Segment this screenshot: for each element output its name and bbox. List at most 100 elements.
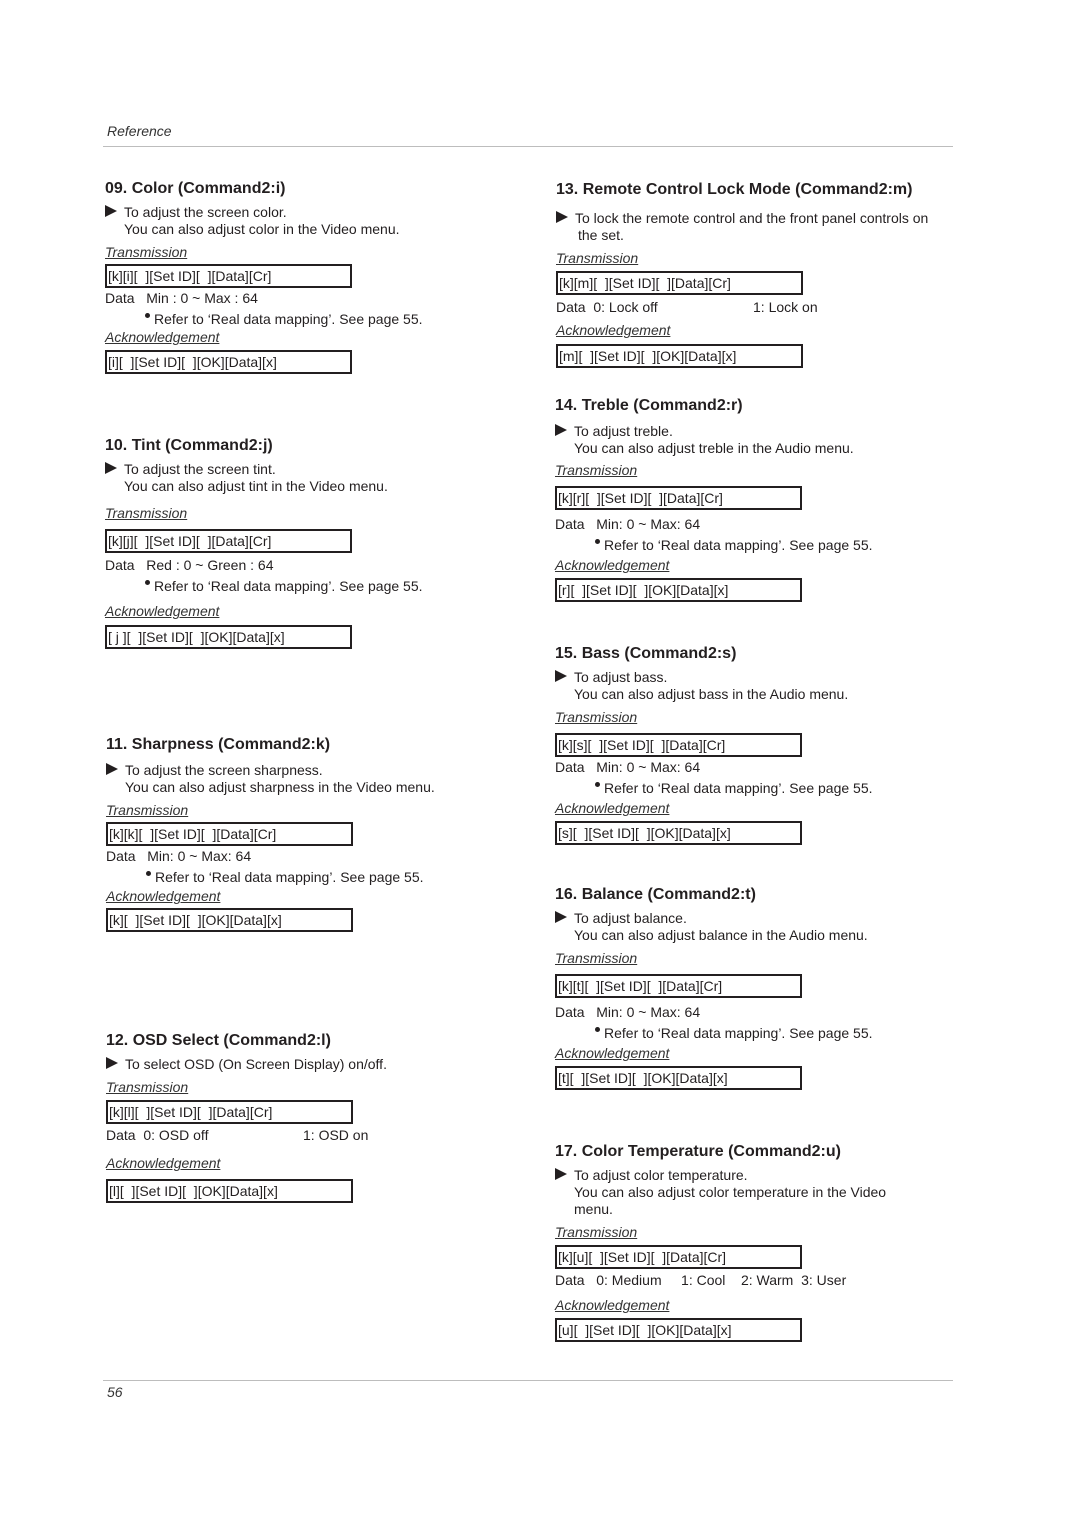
description-line: You can also adjust tint in the Video me… bbox=[124, 478, 388, 494]
section-color: 09. Color (Command2:i) To adjust the scr… bbox=[105, 179, 505, 374]
section-title: 11. Sharpness (Command2:k) bbox=[106, 736, 331, 753]
description-line: To select OSD (On Screen Display) on/off… bbox=[125, 1056, 387, 1072]
acknowledgement-label: Acknowledgement bbox=[105, 603, 220, 619]
bullet-icon bbox=[595, 1027, 600, 1032]
header-rule bbox=[103, 146, 953, 147]
section-title: 16. Balance (Command2:t) bbox=[555, 886, 756, 903]
note-text: Refer to ‘Real data mapping’. See page 5… bbox=[604, 1025, 873, 1041]
note: Refer to ‘Real data mapping’. See page 5… bbox=[105, 311, 505, 328]
description-line: menu. bbox=[574, 1201, 613, 1217]
page-number: 56 bbox=[107, 1384, 123, 1400]
transmission-command: [k][m][ ][Set ID][ ][Data][Cr] bbox=[556, 271, 803, 295]
description-line: You can also adjust color in the Video m… bbox=[124, 221, 400, 237]
section-title: 12. OSD Select (Command2:l) bbox=[106, 1032, 331, 1049]
arrow-right-icon bbox=[105, 205, 117, 217]
acknowledgement-command: [u][ ][Set ID][ ][OK][Data][x] bbox=[555, 1318, 802, 1342]
bullet-icon bbox=[145, 580, 150, 585]
data-range: Data Min: 0 ~ Max: 64 bbox=[555, 759, 701, 775]
acknowledgement-label: Acknowledgement bbox=[106, 1155, 221, 1171]
arrow-right-icon bbox=[556, 211, 568, 223]
data-option-1: 1: OSD on bbox=[303, 1127, 369, 1143]
arrow-right-icon bbox=[105, 462, 117, 474]
acknowledgement-command: [s][ ][Set ID][ ][OK][Data][x] bbox=[555, 821, 802, 845]
acknowledgement-command: [k][ ][Set ID][ ][OK][Data][x] bbox=[106, 908, 353, 932]
note-text: Refer to ‘Real data mapping’. See page 5… bbox=[155, 869, 424, 885]
data-option-1: 1: Lock on bbox=[753, 299, 818, 315]
note-text: Refer to ‘Real data mapping’. See page 5… bbox=[154, 311, 423, 327]
arrow-right-icon bbox=[555, 911, 567, 923]
data-options: Data 0: Medium 1: Cool 2: Warm 3: User bbox=[555, 1272, 847, 1288]
bullet-icon bbox=[145, 313, 150, 318]
description-line: To adjust treble. bbox=[574, 423, 673, 439]
acknowledgement-label: Acknowledgement bbox=[106, 888, 221, 904]
description-line: To lock the remote control and the front… bbox=[575, 210, 929, 226]
acknowledgement-label: Acknowledgement bbox=[105, 329, 220, 345]
note-text: Refer to ‘Real data mapping’. See page 5… bbox=[154, 578, 423, 594]
description: To adjust bass. You can also adjust bass… bbox=[555, 669, 955, 703]
description: To adjust color temperature. You can als… bbox=[555, 1167, 955, 1218]
transmission-label: Transmission bbox=[555, 1224, 638, 1240]
transmission-command: [k][i][ ][Set ID][ ][Data][Cr] bbox=[105, 264, 352, 288]
acknowledgement-command: [r][ ][Set ID][ ][OK][Data][x] bbox=[555, 578, 802, 602]
acknowledgement-label: Acknowledgement bbox=[555, 800, 670, 816]
description: To select OSD (On Screen Display) on/off… bbox=[106, 1056, 506, 1073]
data-options: Data 0: OSD off 1: OSD on bbox=[106, 1127, 506, 1144]
section-osd-select: 12. OSD Select (Command2:l) To select OS… bbox=[106, 1031, 506, 1203]
acknowledgement-label: Acknowledgement bbox=[555, 1045, 670, 1061]
arrow-right-icon bbox=[555, 1168, 567, 1180]
section-title: 14. Treble (Command2:r) bbox=[555, 397, 743, 414]
description-line: To adjust the screen color. bbox=[124, 204, 287, 220]
section-title: 15. Bass (Command2:s) bbox=[555, 645, 737, 662]
description: To adjust balance. You can also adjust b… bbox=[555, 910, 955, 944]
acknowledgement-command: [m][ ][Set ID][ ][OK][Data][x] bbox=[556, 344, 803, 368]
bullet-icon bbox=[146, 871, 151, 876]
note: Refer to ‘Real data mapping’. See page 5… bbox=[555, 780, 955, 797]
data-option-0: Data 0: Lock off bbox=[556, 299, 658, 315]
transmission-command: [k][s][ ][Set ID][ ][Data][Cr] bbox=[555, 733, 802, 757]
transmission-command: [k][u][ ][Set ID][ ][Data][Cr] bbox=[555, 1245, 802, 1269]
section-remote-control-lock: 13. Remote Control Lock Mode (Command2:m… bbox=[556, 180, 956, 368]
section-balance: 16. Balance (Command2:t) To adjust balan… bbox=[555, 885, 955, 1090]
acknowledgement-label: Acknowledgement bbox=[555, 557, 670, 573]
acknowledgement-command: [t][ ][Set ID][ ][OK][Data][x] bbox=[555, 1066, 802, 1090]
section-title: 17. Color Temperature (Command2:u) bbox=[555, 1143, 841, 1160]
transmission-command: [k][r][ ][Set ID][ ][Data][Cr] bbox=[555, 486, 802, 510]
transmission-command: [k][j][ ][Set ID][ ][Data][Cr] bbox=[105, 529, 352, 553]
transmission-label: Transmission bbox=[555, 462, 638, 478]
note-text: Refer to ‘Real data mapping’. See page 5… bbox=[604, 537, 873, 553]
arrow-right-icon bbox=[106, 763, 118, 775]
note: Refer to ‘Real data mapping’. See page 5… bbox=[555, 537, 955, 554]
transmission-command: [k][t][ ][Set ID][ ][Data][Cr] bbox=[555, 974, 802, 998]
transmission-label: Transmission bbox=[555, 950, 638, 966]
description: To adjust the screen tint. You can also … bbox=[105, 461, 505, 495]
description-line: You can also adjust treble in the Audio … bbox=[574, 440, 854, 456]
acknowledgement-command: [i][ ][Set ID][ ][OK][Data][x] bbox=[105, 350, 352, 374]
data-option-0: Data 0: OSD off bbox=[106, 1127, 209, 1143]
description: To adjust treble. You can also adjust tr… bbox=[555, 423, 955, 457]
transmission-command: [k][l][ ][Set ID][ ][Data][Cr] bbox=[106, 1100, 353, 1124]
arrow-right-icon bbox=[106, 1057, 118, 1069]
section-title: 09. Color (Command2:i) bbox=[105, 180, 286, 197]
section-title: 10. Tint (Command2:j) bbox=[105, 437, 273, 454]
description: To adjust the screen sharpness. You can … bbox=[106, 762, 506, 796]
bullet-icon bbox=[595, 539, 600, 544]
transmission-command: [k][k][ ][Set ID][ ][Data][Cr] bbox=[106, 822, 353, 846]
section-treble: 14. Treble (Command2:r) To adjust treble… bbox=[555, 396, 955, 602]
acknowledgement-label: Acknowledgement bbox=[555, 1297, 670, 1313]
section-color-temperature: 17. Color Temperature (Command2:u) To ad… bbox=[555, 1142, 955, 1342]
description-line: You can also adjust balance in the Audio… bbox=[574, 927, 868, 943]
description-line: To adjust balance. bbox=[574, 910, 687, 926]
transmission-label: Transmission bbox=[556, 250, 639, 266]
section-title: 13. Remote Control Lock Mode (Command2:m… bbox=[556, 181, 913, 198]
bullet-icon bbox=[595, 782, 600, 787]
note-text: Refer to ‘Real data mapping’. See page 5… bbox=[604, 780, 873, 796]
note: Refer to ‘Real data mapping’. See page 5… bbox=[555, 1025, 955, 1042]
arrow-right-icon bbox=[555, 424, 567, 436]
section-bass: 15. Bass (Command2:s) To adjust bass. Yo… bbox=[555, 644, 955, 845]
description-line: To adjust the screen sharpness. bbox=[125, 762, 323, 778]
running-head: Reference bbox=[107, 123, 172, 139]
acknowledgement-label: Acknowledgement bbox=[556, 322, 671, 338]
note: Refer to ‘Real data mapping’. See page 5… bbox=[106, 869, 506, 886]
acknowledgement-command: [ j ][ ][Set ID][ ][OK][Data][x] bbox=[105, 625, 352, 649]
description-line: the set. bbox=[578, 227, 624, 243]
